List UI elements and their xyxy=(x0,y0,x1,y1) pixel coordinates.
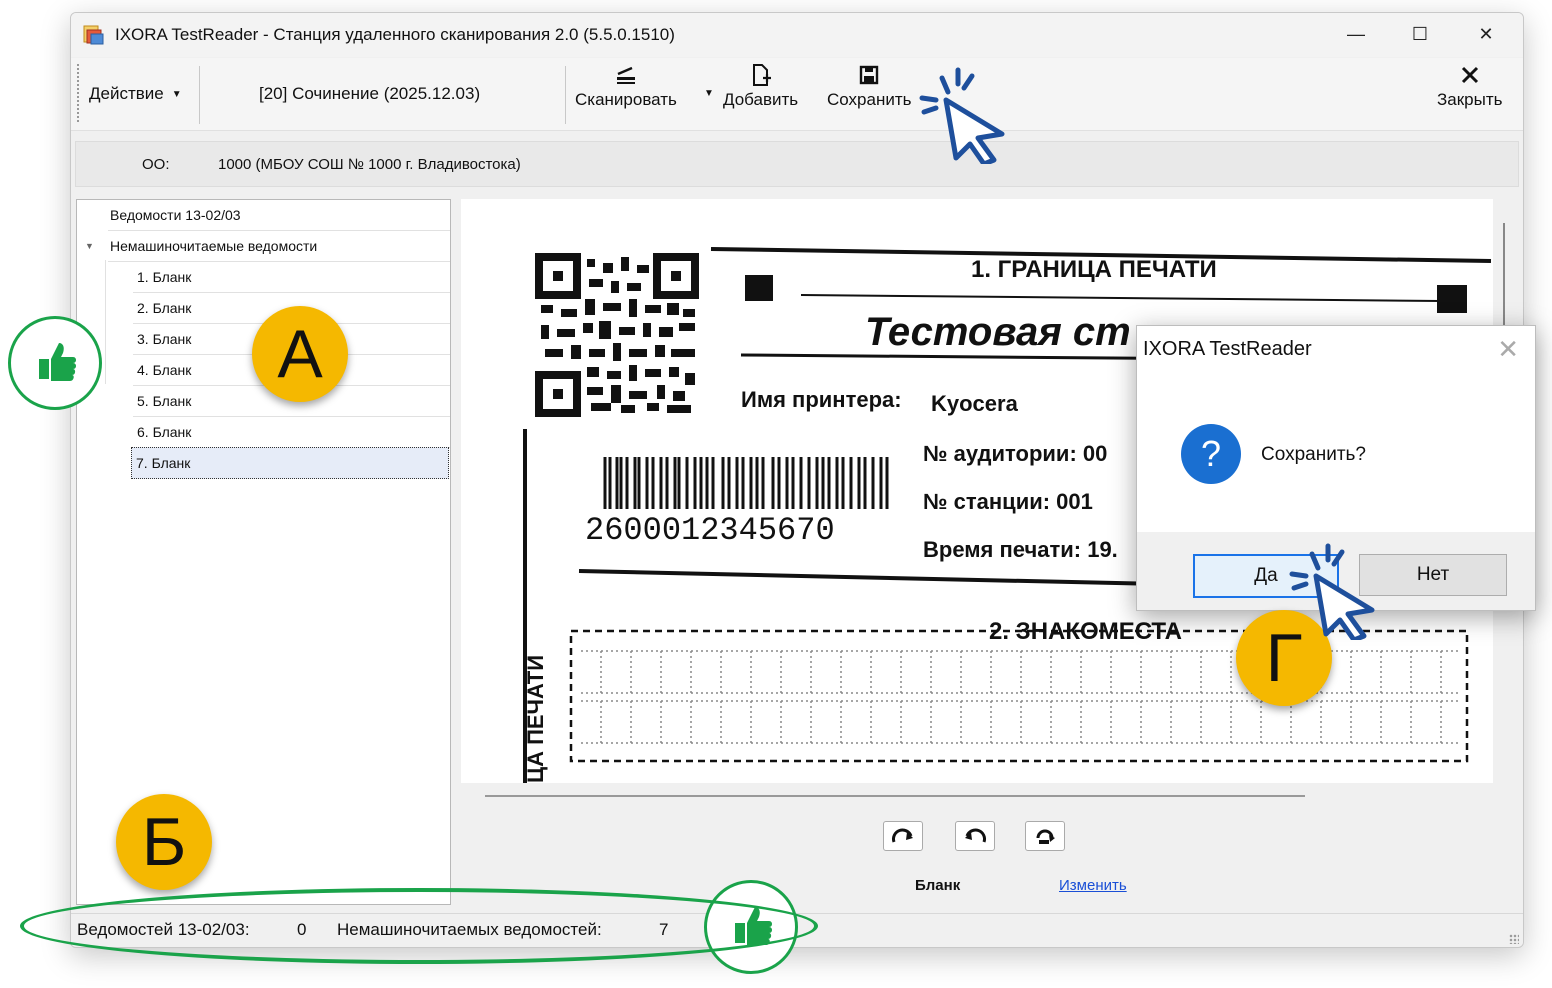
section1-text: 1. ГРАНИЦА ПЕЧАТИ xyxy=(971,256,1217,283)
floppy-disk-icon xyxy=(860,65,879,85)
tree-node-label: Ведомости 13-02/03 xyxy=(110,207,241,223)
close-button[interactable]: Закрыть xyxy=(1437,64,1502,110)
rotate-180-icon xyxy=(1036,829,1055,844)
tree-item-blank-1[interactable]: 1. Бланк xyxy=(133,262,450,293)
question-icon: ? xyxy=(1181,424,1241,484)
add-button[interactable]: Добавить xyxy=(723,64,798,110)
scan-label: Сканировать xyxy=(575,90,677,109)
dialog-title: IXORA TestReader xyxy=(1143,338,1312,360)
expand-arrow-icon[interactable]: ▼ xyxy=(85,241,94,251)
toolbar-grip[interactable] xyxy=(77,64,79,124)
resize-grip[interactable] xyxy=(1509,934,1519,944)
rotate-counterclockwise-icon xyxy=(965,828,986,843)
toolbar: Действие ▼ [20] Сочинение (2025.12.03) Ск… xyxy=(71,58,1523,131)
thumbs-up-icon xyxy=(8,316,102,410)
add-file-icon xyxy=(752,64,771,86)
border-line xyxy=(800,294,1442,302)
action-menu[interactable]: Действие ▼ xyxy=(89,84,182,104)
minimize-button[interactable]: — xyxy=(1333,19,1379,49)
rotate-right-button[interactable] xyxy=(883,821,923,851)
tree-item-blank-7-selected[interactable]: 7. Бланк xyxy=(131,447,449,479)
title-bar: IXORA TestReader - Станция удаленного ск… xyxy=(71,13,1523,57)
save-label: Сохранить xyxy=(827,90,912,109)
heading-text: Тестовая ст xyxy=(865,310,1131,354)
close-icon xyxy=(1461,66,1478,84)
scan-dropdown-chevron-icon[interactable]: ▼ xyxy=(704,88,714,99)
side-border-text: ЦА ПЕЧАТИ xyxy=(523,655,548,783)
tree-item-label: 7. Бланк xyxy=(136,455,191,471)
tree-item-label: 6. Бланк xyxy=(137,424,192,440)
station-number: № станции: 001 xyxy=(923,489,1093,514)
sheet-tree: Ведомости 13-02/03 ▼ Немашиночитаемые ве… xyxy=(76,199,451,905)
tree-node-vedomosti[interactable]: Ведомости 13-02/03 xyxy=(108,200,450,231)
maximize-button[interactable]: ☐ xyxy=(1397,19,1443,49)
tree-node-nonmachine[interactable]: Немашиночитаемые ведомости xyxy=(108,231,450,262)
annotation-badge-a: А xyxy=(252,306,348,402)
change-link[interactable]: Изменить xyxy=(1059,877,1127,894)
toolbar-divider xyxy=(565,66,566,124)
scanner-icon xyxy=(616,66,635,84)
tree-node-label: Немашиночитаемые ведомости xyxy=(110,238,318,254)
close-label: Закрыть xyxy=(1437,90,1503,109)
viewer-divider xyxy=(485,795,1305,797)
printer-value: Kyocera xyxy=(931,391,1019,416)
tree-item-label: 1. Бланк xyxy=(137,269,192,285)
barcode-number: 2600012345670 xyxy=(585,512,835,549)
scan-button[interactable]: Сканировать xyxy=(575,64,677,110)
status-highlight-ellipse xyxy=(20,888,818,964)
toolbar-divider xyxy=(199,66,200,124)
window-title: IXORA TestReader - Станция удаленного ск… xyxy=(115,25,675,44)
app-icon xyxy=(83,25,104,45)
org-value: 1000 (МБОУ СОШ № 1000 г. Владивостока) xyxy=(218,156,521,173)
annotation-badge-b: Б xyxy=(116,794,212,890)
save-button[interactable]: Сохранить xyxy=(827,64,911,110)
tree-item-label: 5. Бланк xyxy=(137,393,192,409)
rotate-clockwise-icon xyxy=(892,828,913,843)
action-menu-label: Действие xyxy=(89,84,164,103)
rotate-180-button[interactable] xyxy=(1025,821,1065,851)
org-info-bar: ОО: 1000 (МБОУ СОШ № 1000 г. Владивосток… xyxy=(75,141,1519,187)
marker-square xyxy=(745,275,773,301)
window-close-button[interactable]: ✕ xyxy=(1463,19,1509,49)
rotate-left-button[interactable] xyxy=(955,821,995,851)
tree-item-label: 4. Бланк xyxy=(137,362,192,378)
print-time: Время печати: 19. xyxy=(923,537,1118,562)
dialog-message: Сохранить? xyxy=(1261,444,1366,465)
click-cursor-icon xyxy=(1289,543,1375,640)
org-label: ОО: xyxy=(142,156,170,173)
blank-type-label: Бланк xyxy=(915,877,961,894)
tree-guide-line xyxy=(105,260,106,384)
room-number: № аудитории: 00 xyxy=(923,441,1107,466)
printer-label: Имя принтера: xyxy=(741,387,902,412)
tree-item-blank-6[interactable]: 6. Бланк xyxy=(133,417,450,448)
barcode-icon xyxy=(603,457,889,509)
chevron-down-icon: ▼ xyxy=(171,89,182,100)
add-label: Добавить xyxy=(723,90,799,109)
dialog-close-button[interactable]: ✕ xyxy=(1497,334,1519,365)
marker-square xyxy=(1437,285,1467,313)
tree-item-label: 3. Бланк xyxy=(137,331,192,347)
click-cursor-icon xyxy=(919,67,1005,164)
tree-item-label: 2. Бланк xyxy=(137,300,192,316)
qr-code-icon xyxy=(535,253,699,417)
test-name: [20] Сочинение (2025.12.03) xyxy=(259,84,481,103)
